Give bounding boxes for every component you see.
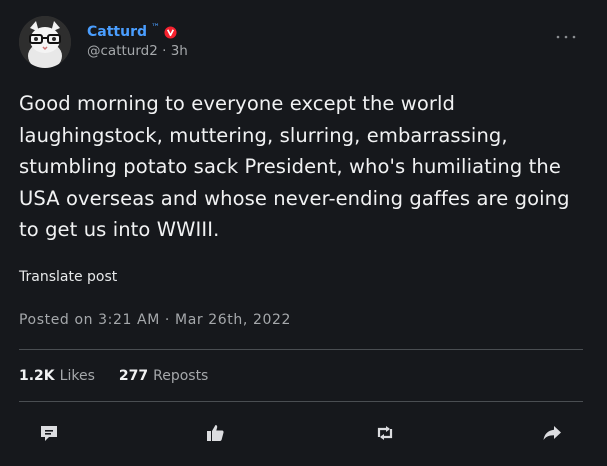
separator-dot: · [162,43,171,59]
divider-top [19,349,583,350]
reposts-count: 277 [118,368,149,384]
post-timestamp[interactable]: Posted on 3:21 AM · Mar 26th, 2022 [19,312,291,328]
post-card: Catturd ™ @catturd2 · 3h Good morning to… [0,0,607,466]
share-arrow-icon[interactable] [540,421,564,445]
author-name-row: Catturd ™ [87,23,177,41]
author-handle-row: @catturd2 · 3h [87,43,188,60]
translate-post-link[interactable]: Translate post [19,269,117,285]
likes-stat[interactable]: 1.2K Likes [19,368,95,384]
post-stats: 1.2K Likes 277 Reposts [19,368,232,384]
verified-badge-icon [164,26,177,39]
author-name[interactable]: Catturd [87,24,147,41]
comment-icon[interactable] [37,421,61,445]
more-options-icon[interactable] [555,27,577,43]
author-avatar[interactable] [19,16,71,68]
reposts-label: Reposts [153,368,209,384]
cat-with-glasses-icon [19,16,71,68]
divider-bottom [19,401,583,402]
trademark-symbol: ™ [151,23,160,33]
thumbs-up-icon[interactable] [203,421,227,445]
post-text: Good morning to everyone except the worl… [19,92,570,241]
reposts-stat[interactable]: 277 Reposts [119,368,208,384]
post-time-ago[interactable]: 3h [171,43,188,59]
likes-count: 1.2K [19,368,55,384]
likes-label: Likes [59,368,95,384]
author-handle[interactable]: @catturd2 [87,43,158,59]
repost-icon[interactable] [373,421,397,445]
